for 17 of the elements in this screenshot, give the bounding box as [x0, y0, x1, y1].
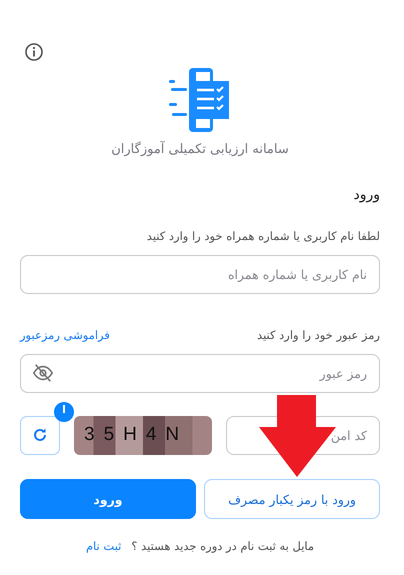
refresh-icon: [32, 427, 48, 443]
password-label: رمز عبور خود را وارد کنید: [257, 328, 380, 342]
app-title: سامانه ارزیابی تکمیلی آموزگاران: [111, 142, 289, 157]
captcha-code: 35H4N: [84, 424, 188, 446]
form-heading: ورود: [353, 187, 380, 203]
password-field[interactable]: رمز عبور: [20, 354, 380, 393]
username-label: لطفا نام کاربری یا شماره همراه خود را وارد کنید: [146, 229, 380, 243]
signup-question: مایل به ثبت نام در دوره جدید هستید ؟: [131, 539, 314, 553]
login-button[interactable]: ورود: [20, 479, 196, 519]
timer-badge-icon: [54, 402, 74, 422]
info-icon[interactable]: [24, 42, 44, 62]
eye-slash-icon[interactable]: [32, 362, 54, 384]
forgot-password-link[interactable]: فراموشی رمزعبور: [20, 328, 110, 342]
username-field[interactable]: نام کاربری یا شماره همراه: [20, 255, 380, 294]
signup-link[interactable]: ثبت نام: [86, 539, 122, 553]
otp-login-button[interactable]: ورود با رمز یکبار مصرف: [204, 479, 380, 519]
refresh-button[interactable]: [20, 416, 60, 454]
